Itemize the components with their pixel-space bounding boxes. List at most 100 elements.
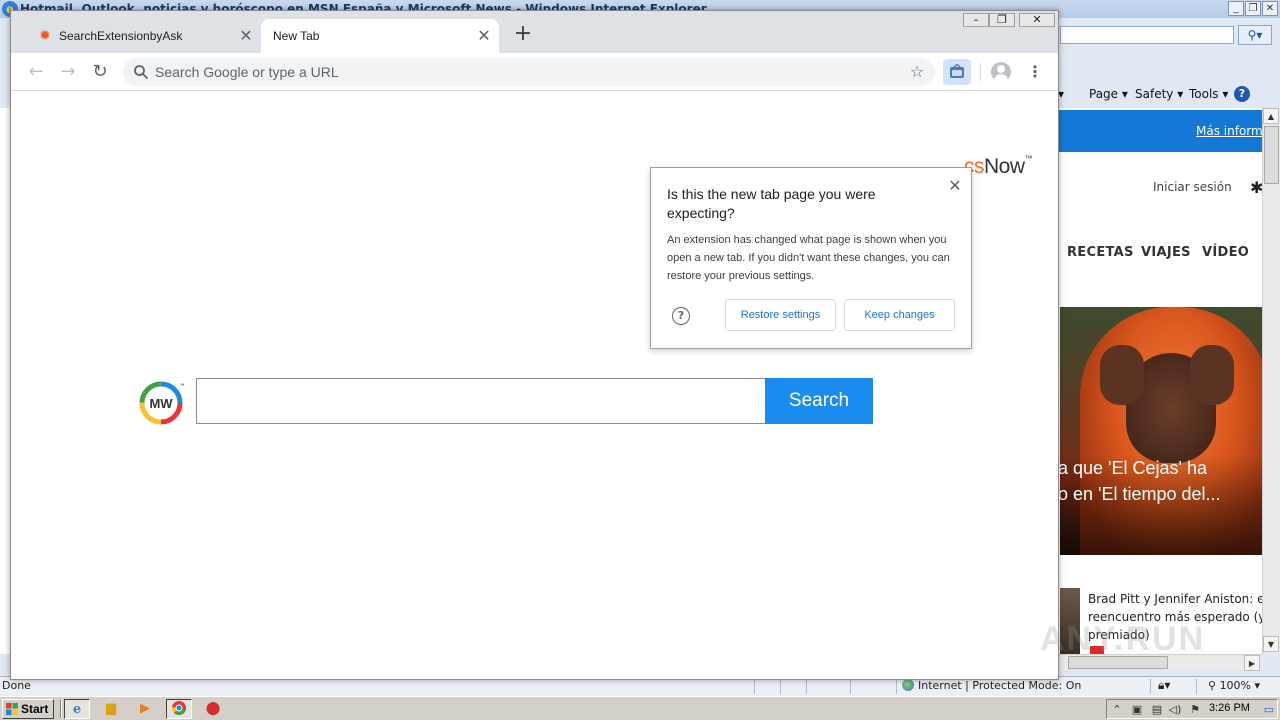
taskbar-separator [60,700,62,718]
chrome-tab-strip: – ❐ ✕ ✹ SearchExtensionbyAsk ✕ New Tab ✕… [11,11,1058,53]
tray-clock[interactable]: 3:26 PM [1209,702,1250,714]
show-desktop-icon[interactable]: ▭ [1261,702,1277,718]
ie-cmd-tools[interactable]: Tools ▾ [1189,87,1228,101]
chrome-window: – ❐ ✕ ✹ SearchExtensionbyAsk ✕ New Tab ✕… [10,10,1059,680]
chrome-close-button[interactable]: ✕ [1019,13,1055,27]
taskbar-media-player-icon[interactable]: ▶ [132,699,158,719]
msn-nav-video[interactable]: VÍDEO [1202,245,1249,260]
extension-button[interactable] [943,59,971,85]
chrome-minimize-button[interactable]: – [963,13,989,27]
status-separator [1150,679,1151,694]
msn-notice-bar: Más informa [1058,110,1262,152]
ntp-brand-logo: csNow™ [964,154,1033,178]
card-title-line-1: Brad Pitt y Jennifer Aniston: el [1088,592,1262,606]
windows-flag-icon [6,703,18,715]
ntp-search-input[interactable] [196,378,766,424]
tab-title: SearchExtensionbyAsk [59,29,183,43]
tray-flag-icon[interactable]: ⚑ [1187,702,1203,718]
msn-settings-gear-icon[interactable]: ✱ [1250,178,1262,197]
tab-search-extension[interactable]: ✹ SearchExtensionbyAsk ✕ [23,19,261,53]
msn-hero-story[interactable]: a que 'El Cejas' ha o en 'El tiempo del.… [1060,307,1262,555]
chrome-restore-button[interactable]: ❐ [989,13,1015,27]
msn-login-link[interactable]: Iniciar sesión [1153,180,1232,194]
status-separator [1196,679,1197,694]
taskbar-explorer-folder-icon[interactable]: ▆ [98,699,124,719]
tab-close-icon[interactable]: ✕ [237,27,255,45]
tray-display-icon[interactable]: ▤ [1149,702,1165,718]
hero-caption-line-1: a que 'El Cejas' ha [1060,458,1207,478]
back-arrow-icon[interactable]: ← [25,61,47,83]
scroll-up-arrow-icon[interactable]: ▲ [1263,108,1279,124]
taskbar-chrome-icon[interactable] [166,699,192,719]
ie-help-icon[interactable]: ? [1234,86,1250,102]
scroll-down-arrow-icon[interactable]: ▼ [1263,636,1279,652]
omnibox[interactable]: ☆ [123,58,935,86]
msn-more-info-link[interactable]: Más informa [1196,124,1262,138]
ie-search-input[interactable] [1060,26,1234,44]
ie-cmd-safety[interactable]: Safety ▾ [1135,87,1183,101]
status-separator [896,679,897,694]
ie-status-text: Done [2,679,31,692]
profile-avatar-icon[interactable] [991,62,1011,82]
ie-minimize-button[interactable]: _ [1228,1,1244,16]
ie-zoom-text: 100% [1219,679,1252,692]
msn-nav-recetas[interactable]: RECETAS [1067,245,1134,260]
status-separator [806,679,807,694]
status-separator [754,679,755,694]
status-separator [850,679,851,694]
ie-search-button[interactable]: ⚲▾ [1238,25,1272,45]
ie-zoom-level[interactable]: ⚲ 100% ▾ [1208,679,1260,692]
restore-settings-button[interactable]: Restore settings [725,299,836,331]
ie-restore-button[interactable]: ❐ [1245,1,1261,16]
globe-icon [902,679,914,691]
tab-title: New Tab [273,29,320,43]
popup-close-icon[interactable]: ✕ [945,176,965,196]
extension-icon [950,64,964,78]
ie-vertical-scroll-thumb[interactable] [1264,126,1279,184]
watermark-text: ANY.RUN [1040,620,1206,658]
forward-arrow-icon[interactable]: → [57,61,79,83]
hero-image-hand-right [1190,345,1234,405]
keep-changes-button[interactable]: Keep changes [844,299,955,331]
ntp-search-button[interactable]: Search [765,378,873,424]
hero-caption-line-2: o en 'El tiempo del... [1060,484,1221,504]
taskbar-opera-icon[interactable]: ⬤ [200,699,226,719]
ie-search-icon: ⚲▾ [1247,28,1263,42]
zoom-magnifier-icon: ⚲ [1208,679,1220,692]
reload-icon[interactable]: ↻ [89,61,111,83]
ie-vertical-scrollbar[interactable]: ▲ ▼ [1262,108,1280,654]
ie-protected-mode-lock-icon[interactable]: 🔒︎▾ [1158,678,1170,693]
tab-new-tab[interactable]: New Tab ✕ [261,19,499,53]
msn-nav-viajes[interactable]: VIAJES [1141,245,1191,260]
hero-image-hand-left [1100,345,1144,405]
mw-logo-icon: MW ™ [139,381,185,425]
bookmark-star-icon[interactable]: ☆ [907,62,927,82]
tab-close-icon[interactable]: ✕ [475,27,493,45]
svg-text:™: ™ [180,383,185,389]
tray-network-icon[interactable]: ▣ [1129,702,1145,718]
start-button[interactable]: Start [2,699,54,719]
ie-close-button[interactable]: ✕ [1262,1,1278,16]
taskbar-ie-icon[interactable]: e [64,699,90,719]
new-tab-plus-icon[interactable]: + [511,23,535,47]
ask-favicon-icon: ✹ [39,28,51,44]
status-separator [780,679,781,694]
start-label: Start [21,702,49,716]
extension-changed-popup: Is this the new tab page you were expect… [650,167,972,349]
tray-expand-icon[interactable]: ⌃ [1109,702,1125,718]
omnibox-input[interactable] [155,60,895,84]
new-tab-page: csNow™ MW ™ Search Is this the new tab p… [11,92,1058,679]
help-icon[interactable]: ? [672,307,690,325]
ie-security-zone-text: Internet | Protected Mode: On [918,679,1082,692]
ie-security-zone: Internet | Protected Mode: On [902,679,1081,692]
system-tray: ⌃ ▣ ▤ ◁) ⚑ 3:26 PM ▭ [1106,699,1278,719]
popup-message: An extension has changed what page is sh… [667,234,950,282]
ie-cmd-page[interactable]: Page ▾ [1089,87,1128,101]
windows-taskbar: Start e ▆ ▶ ⬤ ⌃ ▣ ▤ ◁) ⚑ 3:26 PM ▭ [0,696,1280,720]
toolbar-divider [980,63,981,81]
more-menu-icon[interactable]: ⋮ [1025,61,1045,83]
msn-hero-caption: a que 'El Cejas' ha o en 'El tiempo del.… [1060,455,1262,555]
popup-title: Is this the new tab page you were expect… [667,186,876,221]
scroll-right-arrow-icon[interactable]: ▶ [1244,655,1260,671]
tray-volume-icon[interactable]: ◁) [1167,702,1183,718]
